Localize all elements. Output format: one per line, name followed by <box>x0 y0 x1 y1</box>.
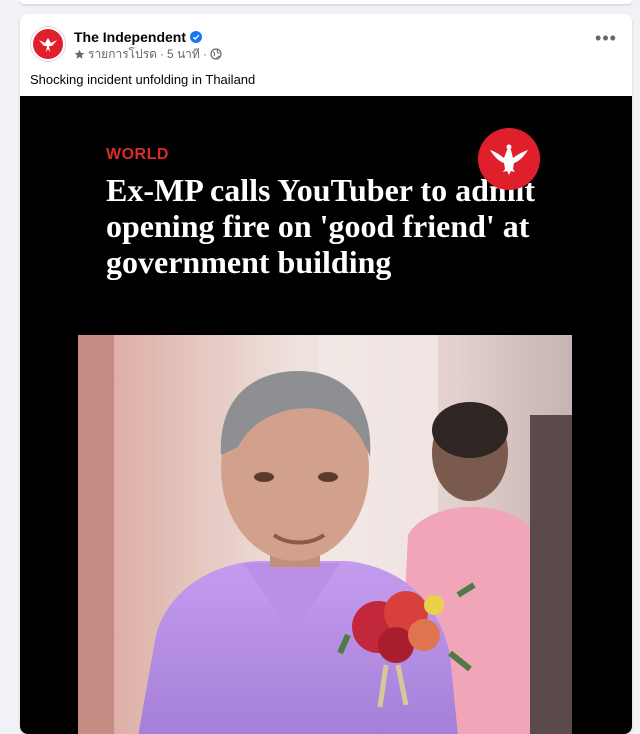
star-icon <box>74 49 85 59</box>
more-dots-icon: ••• <box>595 28 617 48</box>
page-name-row: The Independent <box>74 28 202 46</box>
brand-badge <box>478 128 540 190</box>
verified-badge-icon <box>190 31 202 43</box>
more-options-button[interactable]: ••• <box>594 28 618 54</box>
post-meta: รายการโปรด · 5 นาที · <box>74 46 222 62</box>
globe-icon <box>210 48 222 60</box>
meta-separator: · <box>159 47 164 61</box>
article-headline: Ex-MP calls YouTuber to admit opening fi… <box>106 172 536 280</box>
post-time[interactable]: 5 นาที <box>167 45 200 64</box>
post-card: The Independent รายการโปรด · 5 นาที · ••… <box>20 14 632 734</box>
post-media[interactable]: WORLD Ex-MP calls YouTuber to admit open… <box>20 96 632 734</box>
favorites-label[interactable]: รายการโปรด <box>88 45 157 64</box>
post-caption: Shocking incident unfolding in Thailand <box>30 72 256 87</box>
post-header: The Independent รายการโปรด · 5 นาที · ••… <box>20 14 632 74</box>
page-name[interactable]: The Independent <box>74 29 186 45</box>
photo-illustration <box>78 335 572 734</box>
article-photo <box>78 335 572 734</box>
eagle-logo-icon <box>490 144 528 175</box>
previous-post-edge <box>20 0 632 4</box>
meta-separator: · <box>202 47 207 61</box>
page-avatar[interactable] <box>30 26 66 62</box>
eagle-logo-icon <box>33 29 63 59</box>
article-section-label: WORLD <box>106 146 169 163</box>
